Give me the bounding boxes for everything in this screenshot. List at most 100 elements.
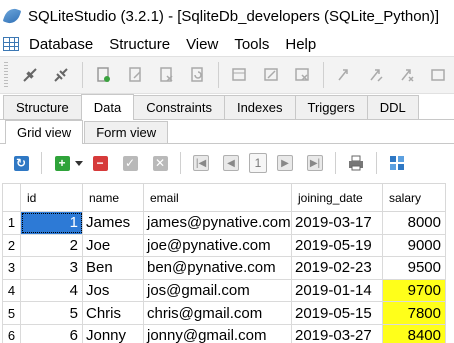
- cell-id[interactable]: 5: [20, 301, 83, 325]
- row-number[interactable]: 1: [2, 211, 21, 235]
- column-header-salary[interactable]: salary: [382, 183, 446, 212]
- data-grid: id name email joining_date salary 1 1 Ja…: [2, 183, 446, 343]
- table-grid-icon[interactable]: [3, 37, 19, 51]
- cell-joining-date[interactable]: 2019-01-14: [291, 278, 383, 303]
- window-title: SQLiteStudio (3.2.1) - [SqliteDb_develop…: [28, 7, 440, 25]
- chevron-down-icon[interactable]: [75, 160, 83, 166]
- table-row[interactable]: 6 6 Jonny jonny@gmail.com 2019-03-27 840…: [2, 323, 446, 343]
- refresh-icon: ↻: [13, 155, 29, 171]
- toolbar-grip[interactable]: [4, 62, 8, 88]
- table-row[interactable]: 2 2 Joe joe@pynative.com 2019-05-19 9000: [2, 233, 446, 258]
- cell-joining-date[interactable]: 2019-03-17: [291, 211, 383, 235]
- cell-name[interactable]: Chris: [82, 301, 144, 325]
- table-row[interactable]: 1 1 James james@pynative.com 2019-03-17 …: [2, 211, 446, 235]
- printer-icon: [349, 155, 363, 171]
- column-header-email[interactable]: email: [143, 183, 292, 212]
- cell-salary[interactable]: 7800: [382, 301, 446, 325]
- edit-index-icon[interactable]: [364, 63, 387, 87]
- cell-email[interactable]: jos@gmail.com: [143, 278, 292, 303]
- tab-triggers[interactable]: Triggers: [294, 95, 368, 119]
- add-database-icon[interactable]: [92, 63, 115, 87]
- title-bar: SQLiteStudio (3.2.1) - [SqliteDb_develop…: [0, 0, 454, 32]
- row-number[interactable]: 4: [2, 278, 21, 303]
- tab-indexes[interactable]: Indexes: [223, 95, 296, 119]
- close-icon: ✕: [152, 155, 168, 171]
- table-row[interactable]: 4 4 Jos jos@gmail.com 2019-01-14 9700: [2, 278, 446, 303]
- cell-email[interactable]: ben@pynative.com: [143, 256, 292, 280]
- checkmark-icon: ✓: [122, 155, 138, 171]
- commit-button[interactable]: ✓: [119, 152, 141, 174]
- cell-id[interactable]: 1: [20, 211, 83, 235]
- menu-structure[interactable]: Structure: [101, 36, 178, 53]
- add-trigger-icon[interactable]: [427, 63, 450, 87]
- cell-salary[interactable]: 8400: [382, 323, 446, 343]
- cell-email[interactable]: joe@pynative.com: [143, 233, 292, 258]
- menu-tools[interactable]: Tools: [226, 36, 277, 53]
- rollback-button[interactable]: ✕: [149, 152, 171, 174]
- cell-email[interactable]: chris@gmail.com: [143, 301, 292, 325]
- cell-salary[interactable]: 9700: [382, 278, 446, 303]
- cell-joining-date[interactable]: 2019-02-23: [291, 256, 383, 280]
- table-row[interactable]: 5 5 Chris chris@gmail.com 2019-05-15 780…: [2, 301, 446, 325]
- edit-database-icon[interactable]: [123, 63, 146, 87]
- column-header-name[interactable]: name: [82, 183, 144, 212]
- menu-view[interactable]: View: [178, 36, 226, 53]
- delete-database-icon[interactable]: [154, 63, 177, 87]
- cell-email[interactable]: james@pynative.com: [143, 211, 292, 235]
- add-table-icon[interactable]: [228, 63, 251, 87]
- cell-name[interactable]: Ben: [82, 256, 144, 280]
- column-header-joining-date[interactable]: joining_date: [291, 183, 383, 212]
- connect-icon[interactable]: [18, 63, 41, 87]
- refresh-data-button[interactable]: ↻: [10, 152, 32, 174]
- row-number[interactable]: 3: [2, 256, 21, 280]
- cell-name[interactable]: James: [82, 211, 144, 235]
- view-tabs: Grid view Form view: [0, 120, 454, 144]
- cell-id[interactable]: 3: [20, 256, 83, 280]
- disconnect-icon[interactable]: [49, 63, 72, 87]
- row-number-header[interactable]: [2, 183, 21, 212]
- cell-joining-date[interactable]: 2019-05-19: [291, 233, 383, 258]
- page-number-field[interactable]: 1: [249, 153, 267, 173]
- menu-help[interactable]: Help: [277, 36, 324, 53]
- cell-salary[interactable]: 9000: [382, 233, 446, 258]
- delete-index-icon[interactable]: [395, 63, 418, 87]
- cell-joining-date[interactable]: 2019-03-27: [291, 323, 383, 343]
- first-page-button[interactable]: |◀: [190, 152, 212, 174]
- tab-structure[interactable]: Structure: [3, 95, 82, 119]
- cell-name[interactable]: Jos: [82, 278, 144, 303]
- cell-joining-date[interactable]: 2019-05-15: [291, 301, 383, 325]
- cell-id[interactable]: 6: [20, 323, 83, 343]
- previous-page-icon: ◀: [223, 155, 239, 171]
- cell-email[interactable]: jonny@gmail.com: [143, 323, 292, 343]
- insert-row-button[interactable]: +: [51, 152, 73, 174]
- tab-ddl[interactable]: DDL: [366, 95, 419, 119]
- grid-layout-button[interactable]: [386, 152, 408, 174]
- delete-table-icon[interactable]: [290, 63, 313, 87]
- row-number[interactable]: 2: [2, 233, 21, 258]
- last-page-button[interactable]: ▶|: [304, 152, 326, 174]
- tab-constraints[interactable]: Constraints: [133, 95, 225, 119]
- menu-database[interactable]: Database: [21, 36, 101, 53]
- edit-table-icon[interactable]: [259, 63, 282, 87]
- main-toolbar: [0, 56, 454, 94]
- cell-name[interactable]: Joe: [82, 233, 144, 258]
- tab-data[interactable]: Data: [80, 94, 135, 120]
- row-number[interactable]: 6: [2, 323, 21, 343]
- tab-grid-view[interactable]: Grid view: [5, 120, 84, 144]
- add-index-icon[interactable]: [333, 63, 356, 87]
- cell-salary[interactable]: 8000: [382, 211, 446, 235]
- delete-row-button[interactable]: −: [89, 152, 111, 174]
- row-number[interactable]: 5: [2, 301, 21, 325]
- refresh-icon[interactable]: [186, 63, 209, 87]
- cell-name[interactable]: Jonny: [82, 323, 144, 343]
- print-button[interactable]: [345, 152, 367, 174]
- next-page-button[interactable]: ▶: [274, 152, 296, 174]
- toolbar-separator: [322, 62, 324, 88]
- table-row[interactable]: 3 3 Ben ben@pynative.com 2019-02-23 9500: [2, 256, 446, 280]
- cell-id[interactable]: 4: [20, 278, 83, 303]
- cell-id[interactable]: 2: [20, 233, 83, 258]
- tab-form-view[interactable]: Form view: [84, 121, 169, 143]
- previous-page-button[interactable]: ◀: [220, 152, 242, 174]
- cell-salary[interactable]: 9500: [382, 256, 446, 280]
- column-header-id[interactable]: id: [20, 183, 83, 212]
